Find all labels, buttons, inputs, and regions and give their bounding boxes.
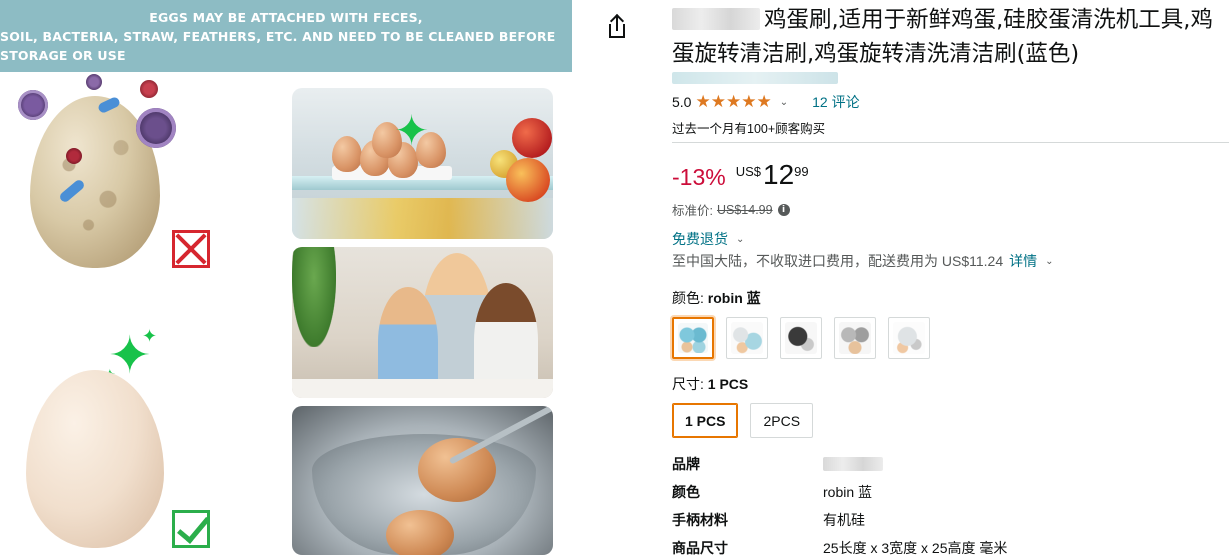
size-label: 尺寸: <box>672 376 704 392</box>
spec-key: 颜色 <box>672 484 700 500</box>
banner-line-2: SOIL, BACTERIA, STRAW, FEATHERS, ETC. AN… <box>0 28 556 63</box>
spec-key: 品牌 <box>672 456 700 472</box>
boiled-egg <box>418 438 496 502</box>
germ-illustration <box>18 90 48 120</box>
color-selected-value: robin 蓝 <box>707 290 761 306</box>
free-returns-label[interactable]: 免费退货 <box>672 229 728 249</box>
color-swatch-black[interactable] <box>780 317 822 359</box>
info-icon[interactable]: i <box>777 203 790 216</box>
chevron-down-icon[interactable]: ⌄ <box>736 234 744 245</box>
share-icon[interactable] <box>606 13 630 42</box>
plant <box>292 247 336 347</box>
spec-row-dimensions: 商品尺寸 25长度 x 3宽度 x 25高度 毫米 <box>672 534 1229 555</box>
shipping-details-link[interactable]: 详情 <box>1009 251 1037 271</box>
price-currency: US$ <box>735 164 761 179</box>
discount-percent: -13% <box>672 164 726 190</box>
star-icon: ★ <box>756 91 772 112</box>
star-rating[interactable]: ★ ★ ★ ★ ★ <box>695 91 772 112</box>
size-variant-label: 尺寸: 1 PCS <box>672 374 748 394</box>
sparkle-icon: ✦ <box>394 106 430 155</box>
size-selected-value: 1 PCS <box>707 376 749 392</box>
rating-value: 5.0 <box>672 94 692 110</box>
color-swatch-clear[interactable] <box>888 317 930 359</box>
shipping-info: 至中国大陆，不收取进口费用，配送费用为 US$11.24 详情 ⌄ <box>672 251 1054 271</box>
color-label: 颜色: <box>672 290 704 306</box>
list-price-row: 标准价: US$14.99 i <box>672 200 790 219</box>
divider <box>672 142 1229 143</box>
redacted-brand-value <box>823 457 883 471</box>
price-fraction: 99 <box>794 164 809 179</box>
spec-row-brand: 品牌 <box>672 450 1229 478</box>
clean-egg-illustration <box>26 370 164 548</box>
spec-value: robin 蓝 <box>823 484 873 500</box>
reviews-link[interactable]: 12 评论 <box>812 92 859 112</box>
size-option-1pcs[interactable]: 1 PCS <box>672 403 739 438</box>
color-swatch-gray[interactable] <box>834 317 876 359</box>
fruit <box>512 118 552 158</box>
rating-row: 5.0 ★ ★ ★ ★ ★ ⌄ 12 评论 <box>672 92 860 112</box>
list-price-value: US$14.99 <box>716 202 773 217</box>
fridge-eggs-photo: ✦ <box>292 88 553 239</box>
color-swatch-white[interactable] <box>726 317 768 359</box>
spec-row-handle-material: 手柄材料 有机硅 <box>672 506 1229 534</box>
chevron-down-icon[interactable]: ⌄ <box>780 97 788 108</box>
germ-illustration <box>86 74 102 90</box>
boiled-egg <box>386 510 454 555</box>
bought-count: 过去一个月有100+顾客购买 <box>672 122 826 136</box>
spec-value: 有机硅 <box>823 512 865 528</box>
spec-key: 商品尺寸 <box>672 540 728 555</box>
fruit <box>506 158 550 202</box>
check-mark-icon <box>172 510 210 548</box>
star-icon: ★ <box>741 91 757 112</box>
fridge-egg <box>332 136 362 172</box>
spec-value: 25长度 x 3宽度 x 25高度 毫米 <box>823 540 1008 555</box>
color-swatches <box>672 317 930 359</box>
redacted-brand <box>672 7 760 30</box>
table <box>292 379 553 398</box>
star-icon: ★ <box>695 91 711 112</box>
free-returns-link[interactable]: 免费退货 ⌄ <box>672 229 744 249</box>
size-options: 1 PCS 2PCS <box>672 403 814 438</box>
wrong-mark-icon <box>172 230 210 268</box>
family-painting-eggs-photo <box>292 247 553 398</box>
boiling-eggs-photo <box>292 406 553 555</box>
color-swatch-robin-blue[interactable] <box>672 317 714 359</box>
product-detail-panel: 鸡蛋刷,适用于新鲜鸡蛋,硅胶蛋清洗机工具,鸡蛋旋转清洁刷,鸡蛋旋转清洗清洁刷(蓝… <box>572 0 1229 555</box>
sparkle-icon: ✦ <box>142 326 158 347</box>
product-image[interactable]: EGGS MAY BE ATTACHED WITH FECES, SOIL, B… <box>0 0 572 555</box>
star-icon: ★ <box>710 91 726 112</box>
list-price-label: 标准价: <box>672 204 713 218</box>
image-banner: EGGS MAY BE ATTACHED WITH FECES, SOIL, B… <box>0 0 572 72</box>
germ-illustration <box>136 108 176 148</box>
germ-illustration <box>140 80 158 98</box>
size-option-2pcs[interactable]: 2PCS <box>750 403 814 438</box>
store-link-redacted[interactable] <box>672 72 838 84</box>
product-specs-table: 品牌 颜色 robin 蓝 手柄材料 有机硅 商品尺寸 25长度 x 3宽度 x… <box>672 450 1229 555</box>
price-row: -13% US$ 12 99 <box>672 158 809 194</box>
fridge-bottles <box>292 198 553 239</box>
spec-key: 手柄材料 <box>672 512 728 528</box>
product-title: 鸡蛋刷,适用于新鲜鸡蛋,硅胶蛋清洗机工具,鸡蛋旋转清洁刷,鸡蛋旋转清洗清洁刷(蓝… <box>672 3 1229 71</box>
color-variant-label: 颜色: robin 蓝 <box>672 288 761 308</box>
germ-illustration <box>66 148 82 164</box>
star-icon: ★ <box>725 91 742 112</box>
chevron-down-icon[interactable]: ⌄ <box>1045 256 1053 267</box>
spec-row-color: 颜色 robin 蓝 <box>672 478 1229 506</box>
shipping-text: 至中国大陆，不收取进口费用，配送费用为 US$11.24 <box>672 253 1004 269</box>
price-whole: 12 <box>763 159 795 190</box>
banner-line-1: EGGS MAY BE ATTACHED WITH FECES, <box>149 9 423 25</box>
